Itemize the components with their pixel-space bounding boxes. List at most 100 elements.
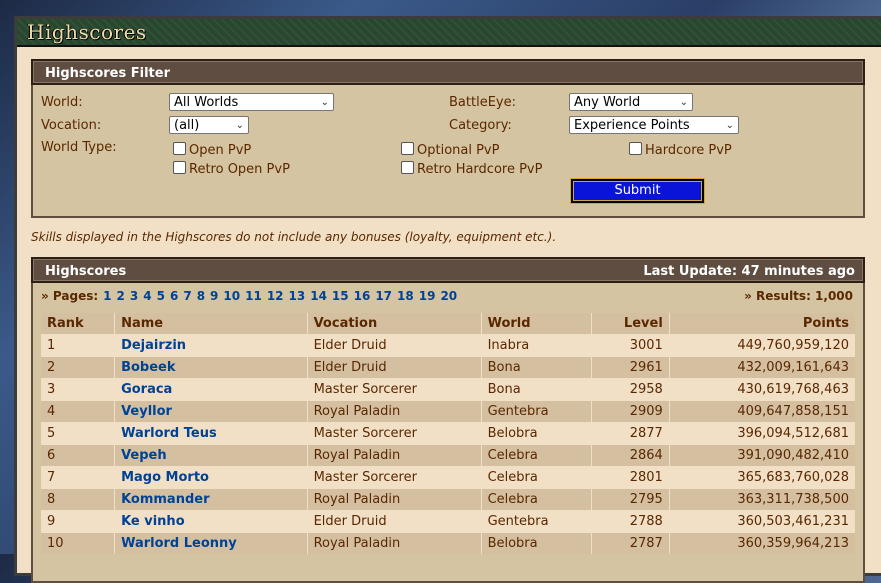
table-row: 2 Bobeek Elder Druid Bona 2961 432,009,161,64… [41,356,855,379]
category-label: Category: [449,118,512,133]
page-link[interactable]: 3 [130,289,138,303]
battleye-select[interactable]: Any World ⌄ [569,93,693,111]
page-link[interactable]: 6 [170,289,178,303]
column-header-level: Level [591,313,670,335]
page-link[interactable]: 12 [267,289,284,303]
cell-points: 449,760,959,120 [668,334,855,357]
results-count: » Results: 1,000 [744,289,853,303]
cell-name[interactable]: Goraca [114,378,308,401]
page-link[interactable]: 1 [103,289,111,303]
cell-name[interactable]: Kommander [114,488,308,511]
chevron-down-icon: ⌄ [235,120,244,131]
cell-world: Belobra [480,532,592,554]
cell-points: 363,311,738,500 [668,488,855,511]
cell-level: 2795 [591,488,670,511]
page-link[interactable]: 13 [289,289,306,303]
page-link[interactable]: 8 [197,289,205,303]
cell-world: Bona [480,378,592,401]
cell-level: 2877 [591,422,670,445]
cell-level: 2961 [591,356,670,379]
page-link[interactable]: 7 [183,289,191,303]
world-label: World: [41,95,83,110]
page-link[interactable]: 16 [354,289,371,303]
cell-name[interactable]: Bobeek [114,356,308,379]
page-link[interactable]: 15 [332,289,349,303]
submit-button[interactable]: Submit [571,179,704,203]
page-link[interactable]: 5 [157,289,165,303]
page-link[interactable]: 11 [245,289,262,303]
vocation-select[interactable]: (all) ⌄ [169,116,249,134]
page-link[interactable]: 17 [375,289,392,303]
battleye-label: BattleEye: [449,95,516,110]
column-header-vocation: Vocation [306,313,482,335]
cell-rank: 2 [41,356,115,379]
cell-vocation: Royal Paladin [306,444,482,467]
highscores-table: Rank Name Vocation World Level Points 1 Dejair… [41,313,855,554]
cell-points: 430,619,768,463 [668,378,855,401]
page-link[interactable]: 4 [143,289,151,303]
table-row: 1 Dejairzin Elder Druid Inabra 3001 449,760,9… [41,334,855,357]
page-link[interactable]: 14 [310,289,327,303]
cell-world: Gentebra [480,510,592,533]
page-link[interactable]: 19 [419,289,436,303]
cell-vocation: Royal Paladin [306,488,482,511]
page-link[interactable]: 2 [117,289,125,303]
cell-world: Bona [480,356,592,379]
world-type-label: World Type: [41,140,117,155]
checkbox-hardcore-pvp[interactable]: Hardcore PvP [629,142,732,158]
cell-name[interactable]: Vepeh [114,444,308,467]
page-link[interactable]: 18 [397,289,414,303]
pages-label: » Pages: [41,289,99,303]
table-row: 6 Vepeh Royal Paladin Celebra 2864 391,090,48… [41,444,855,467]
world-select[interactable]: All Worlds ⌄ [169,93,334,111]
vocation-label: Vocation: [41,118,102,133]
cell-points: 432,009,161,643 [668,356,855,379]
cell-points: 391,090,482,410 [668,444,855,467]
cell-name[interactable]: Warlord Teus [114,422,308,445]
page-link[interactable]: 20 [440,289,457,303]
table-header-row: Rank Name Vocation World Level Points [41,313,855,335]
page-title: Highscores [27,20,147,44]
skills-note: Skills displayed in the Highscores do no… [31,230,557,244]
checkbox-optional-pvp[interactable]: Optional PvP [401,142,499,158]
cell-points: 365,683,760,028 [668,466,855,489]
column-header-name: Name [114,313,308,335]
filter-header: Highscores Filter [31,59,865,85]
cell-world: Inabra [480,334,592,357]
cell-vocation: Royal Paladin [306,400,482,423]
page-link[interactable]: 9 [210,289,218,303]
category-select[interactable]: Experience Points ⌄ [569,116,739,134]
cell-rank: 4 [41,400,115,423]
chevron-down-icon: ⌄ [320,97,329,108]
checkbox-retro-hardcore-pvp[interactable]: Retro Hardcore PvP [401,161,542,177]
pagination: » Pages: 1 2 3 4 5 6 7 8 9 10 11 12 13 14 15 16 17 18 19 20 … [41,289,855,307]
highscores-header: Highscores Last Update: 47 minutes ago [31,257,865,283]
cell-name[interactable]: Mago Morto [114,466,308,489]
cell-vocation: Master Sorcerer [306,466,482,489]
page-link[interactable]: 10 [223,289,240,303]
cell-world: Celebra [480,466,592,489]
cell-vocation: Elder Druid [306,356,482,379]
title-bar: Highscores [17,19,881,47]
highscores-body: » Pages: 1 2 3 4 5 6 7 8 9 10 11 12 13 14 15 16 17 18 19 20 … [31,283,865,583]
cell-level: 2787 [591,532,670,554]
cell-level: 3001 [591,334,670,357]
cell-name[interactable]: Dejairzin [114,334,308,357]
checkbox-open-pvp[interactable]: Open PvP [173,142,251,158]
cell-rank: 5 [41,422,115,445]
cell-rank: 10 [41,532,115,554]
cell-rank: 7 [41,466,115,489]
cell-name[interactable]: Ke vinho [114,510,308,533]
cell-level: 2801 [591,466,670,489]
cell-vocation: Elder Druid [306,334,482,357]
filter-body: World: All Worlds ⌄ Vocation: (all) ⌄ Worl… [31,85,865,218]
checkbox-retro-open-pvp[interactable]: Retro Open PvP [173,161,290,177]
cell-name[interactable]: Warlord Leonny [114,532,308,554]
cell-vocation: Master Sorcerer [306,422,482,445]
cell-name[interactable]: Veyllor [114,400,308,423]
cell-level: 2788 [591,510,670,533]
table-row: 4 Veyllor Royal Paladin Gentebra 2909 409,647… [41,400,855,423]
cell-vocation: Elder Druid [306,510,482,533]
table-row: 9 Ke vinho Elder Druid Gentebra 2788 360,503,… [41,510,855,533]
cell-points: 396,094,512,681 [668,422,855,445]
